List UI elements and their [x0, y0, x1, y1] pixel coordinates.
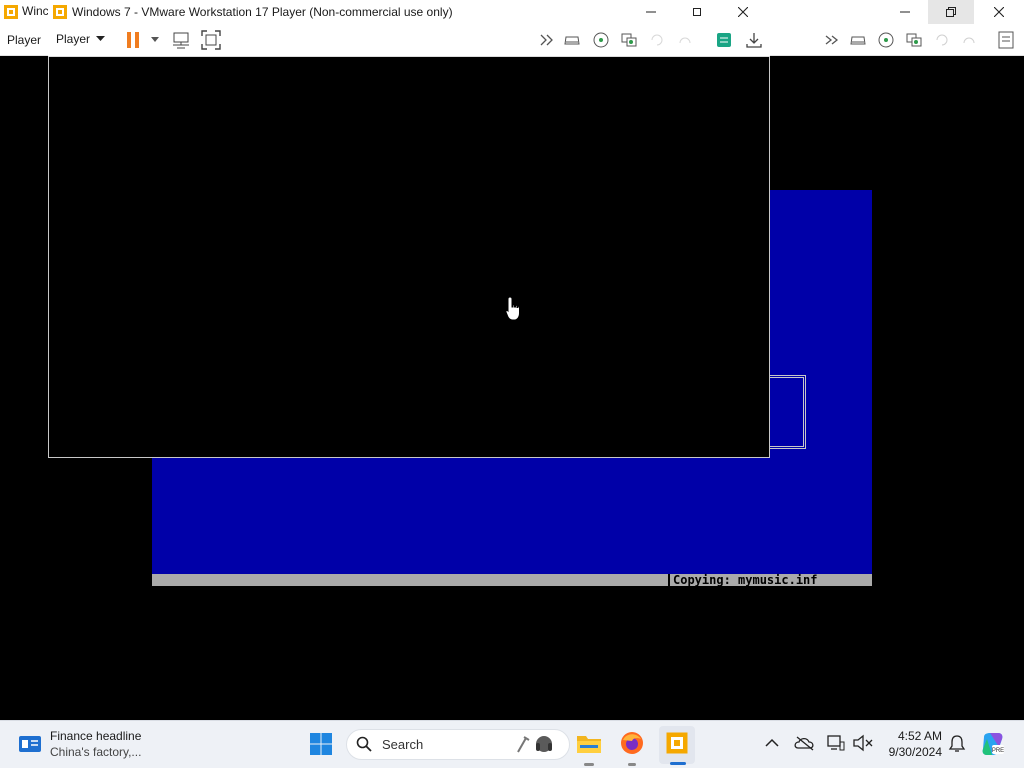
player-menu-label: Player — [56, 32, 91, 46]
firefox-icon[interactable] — [620, 731, 644, 755]
usb-disabled-icon — [651, 34, 663, 46]
message-log-icon[interactable] — [996, 30, 1016, 50]
back-restore-button[interactable] — [928, 0, 974, 24]
hand-cursor-icon — [505, 296, 520, 321]
close-icon — [994, 7, 1004, 17]
front-minimize-button[interactable] — [628, 0, 674, 24]
vmware-active-indicator — [670, 762, 686, 765]
minimize-icon — [646, 11, 656, 13]
vmware-app-icon — [666, 732, 688, 754]
chevron-up-icon[interactable] — [765, 738, 779, 748]
explorer-running-indicator — [584, 763, 594, 766]
maximize-icon — [693, 8, 701, 16]
clock-date[interactable]: 9/30/2024 — [880, 745, 942, 759]
file-explorer-icon[interactable] — [576, 731, 602, 755]
status-separator — [668, 574, 670, 586]
back-window-title: Winc — [22, 4, 49, 18]
front-close-button[interactable] — [720, 0, 766, 24]
unity-icon[interactable] — [714, 30, 734, 50]
chevron-down-icon — [96, 36, 106, 41]
usb-disabled-icon — [936, 34, 948, 46]
vmware-logo-icon — [4, 5, 18, 19]
copilot-icon[interactable]: PRE — [980, 731, 1006, 757]
front-maximize-button[interactable] — [674, 0, 720, 24]
full-screen-icon[interactable] — [200, 29, 222, 51]
close-icon — [738, 7, 748, 17]
clock-time[interactable]: 4:52 AM — [884, 729, 942, 743]
pause-dropdown-icon[interactable] — [150, 36, 160, 43]
setup-progress-frame — [770, 375, 806, 449]
search-label: Search — [382, 737, 424, 752]
hard-disk-icon[interactable] — [563, 31, 581, 49]
send-ctrl-alt-del-icon[interactable] — [171, 30, 191, 50]
download-icon[interactable] — [744, 30, 764, 50]
news-widget-subtitle[interactable]: China's factory,... — [50, 745, 141, 759]
firefox-running-indicator — [628, 763, 636, 766]
network-adapter-icon[interactable] — [905, 31, 923, 49]
vmware-logo-icon — [53, 5, 67, 19]
restore-icon — [946, 7, 956, 17]
front-guest-display[interactable] — [49, 57, 769, 457]
cd-dvd-icon[interactable] — [877, 31, 895, 49]
search-icon — [356, 736, 372, 752]
front-window-title: Windows 7 - VMware Workstation 17 Player… — [72, 5, 453, 19]
news-widget-icon[interactable] — [18, 733, 42, 755]
pre-badge-text: PRE — [992, 748, 1004, 754]
back-minimize-button[interactable] — [882, 0, 928, 24]
front-player-menu[interactable]: Player — [56, 32, 106, 46]
start-windows-icon[interactable] — [309, 732, 333, 756]
sound-disabled-icon — [679, 37, 691, 44]
search-highlight-icon — [517, 736, 552, 753]
cd-dvd-icon[interactable] — [592, 31, 610, 49]
sound-disabled-icon — [963, 37, 975, 44]
pause-icon[interactable] — [126, 31, 142, 49]
volume-muted-icon[interactable] — [852, 734, 874, 752]
onedrive-offline-icon[interactable] — [794, 735, 816, 751]
news-widget-title[interactable]: Finance headline — [50, 729, 141, 743]
hard-disk-icon[interactable] — [849, 31, 867, 49]
back-close-button[interactable] — [976, 0, 1022, 24]
minimize-icon — [900, 11, 910, 13]
network-icon[interactable] — [826, 734, 846, 752]
notification-bell-icon[interactable] — [948, 734, 966, 754]
send-ctrl-alt-del-icon[interactable] — [824, 31, 842, 49]
back-player-menu[interactable]: Player — [7, 33, 41, 47]
setup-status-text: Copying: mymusic.inf — [673, 573, 818, 587]
network-adapter-icon[interactable] — [620, 31, 638, 49]
expand-toolbar-icon[interactable] — [540, 32, 556, 48]
